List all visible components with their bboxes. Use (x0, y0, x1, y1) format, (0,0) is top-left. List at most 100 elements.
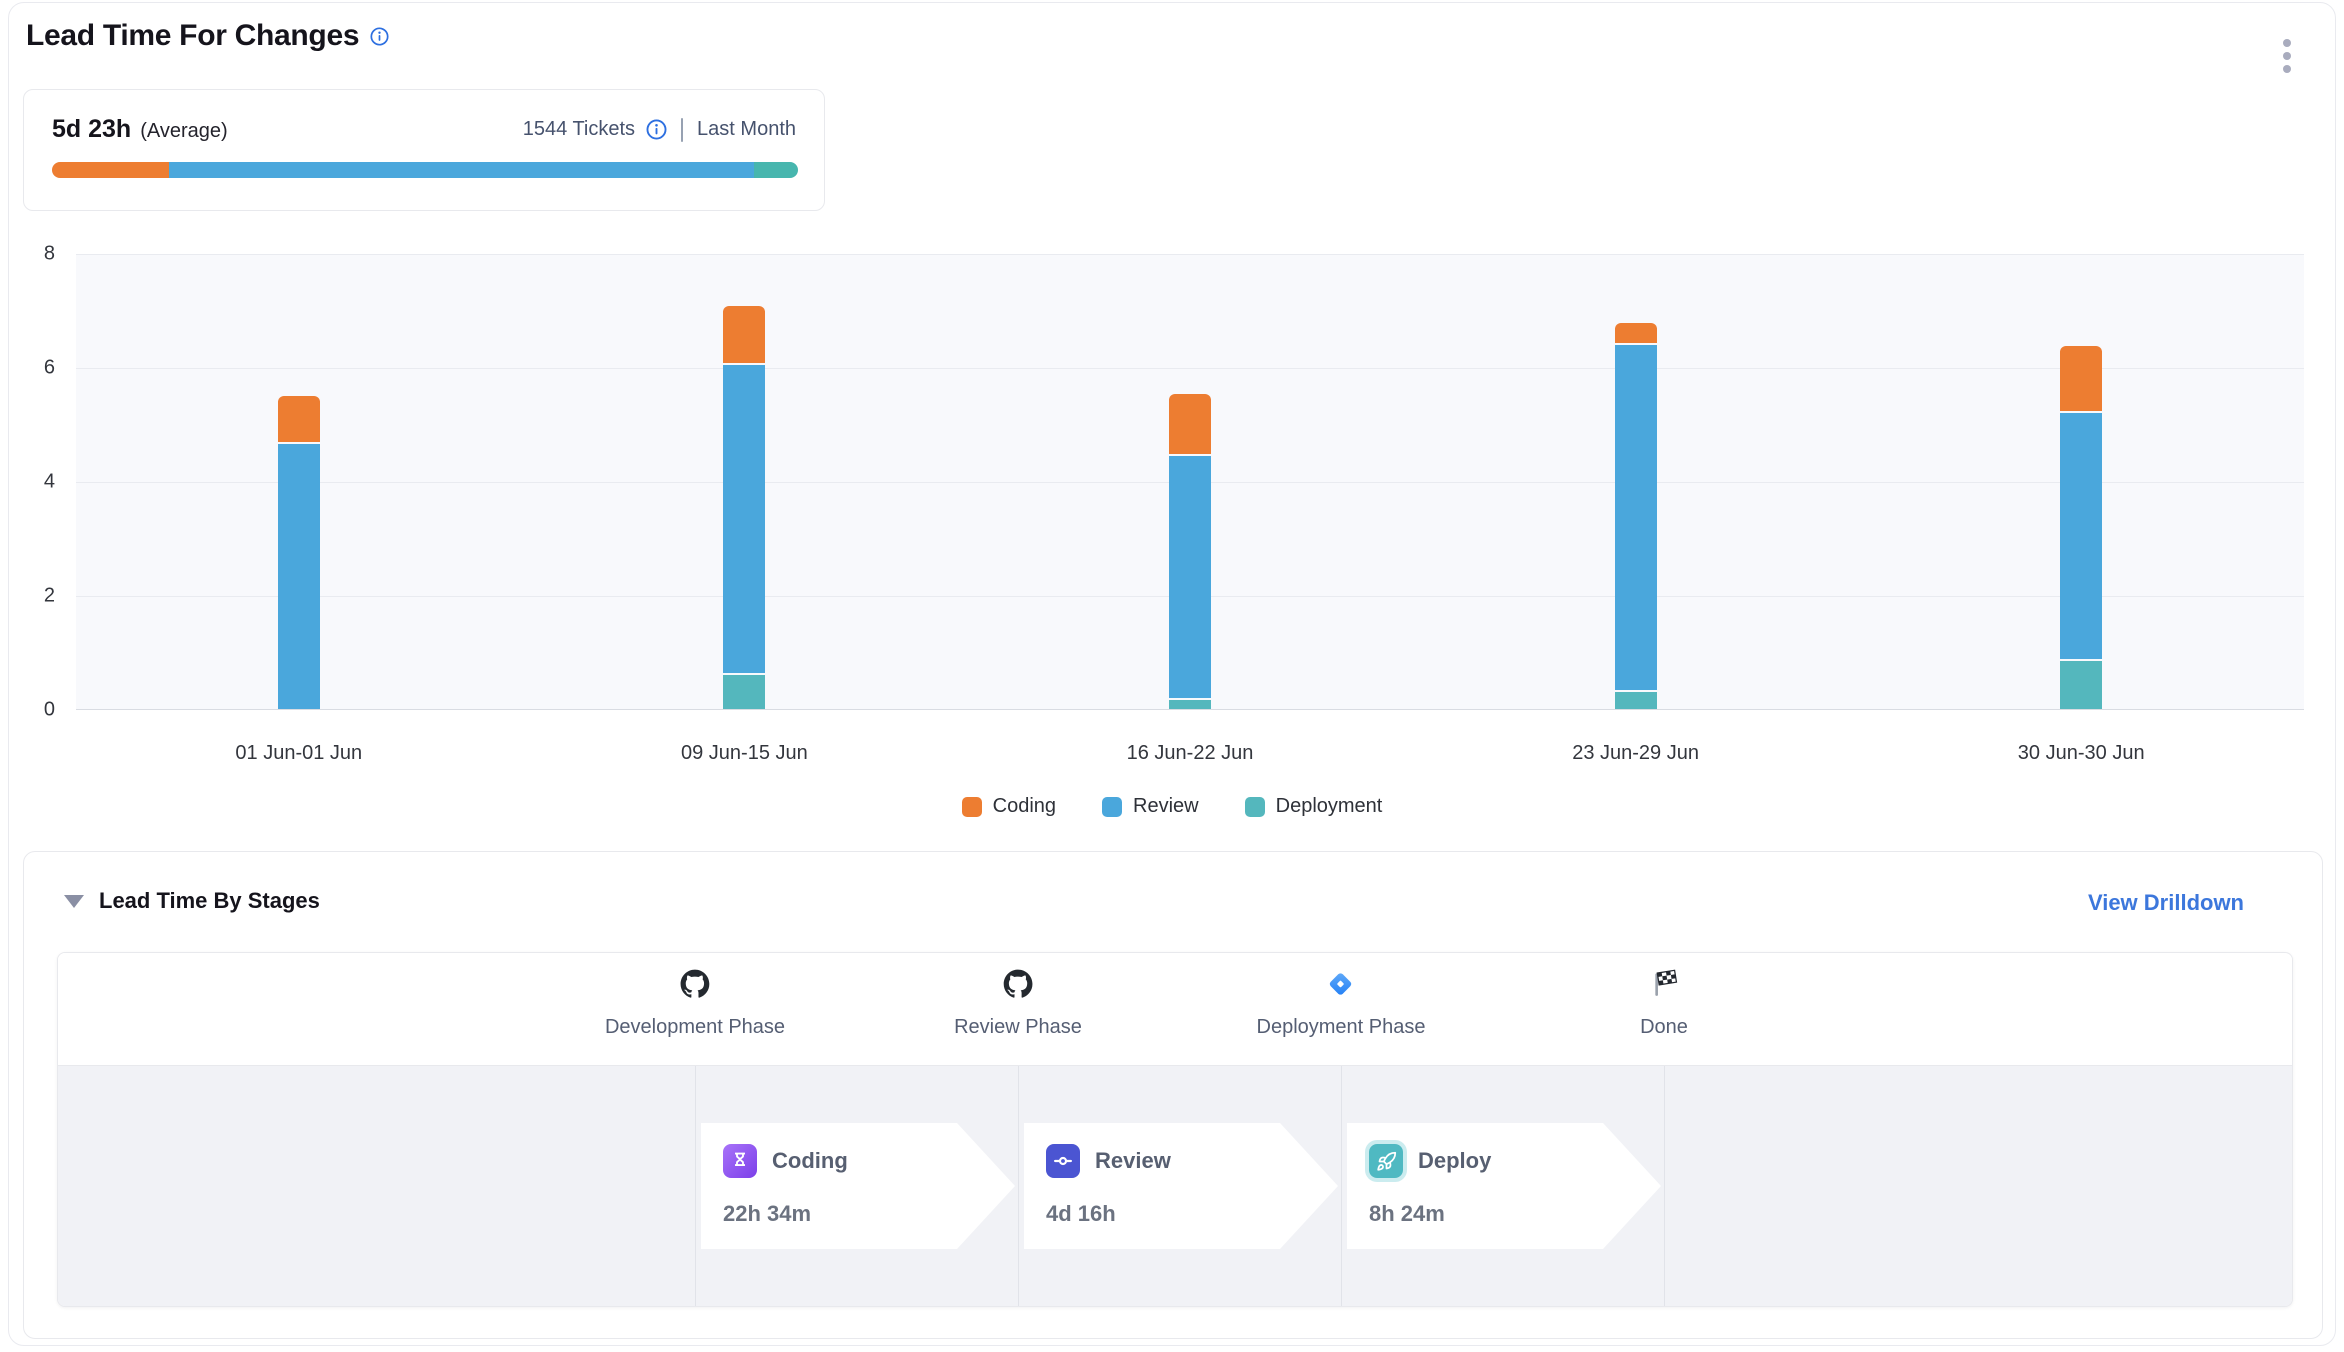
bar-segment-coding[interactable] (2060, 346, 2102, 412)
gridline (76, 709, 2304, 710)
bar-segment-coding[interactable] (723, 306, 765, 363)
bar-segment-deployment[interactable] (723, 675, 765, 709)
bar-segment-coding[interactable] (1169, 394, 1211, 454)
stage-card-review[interactable]: Review 4d 16h (1024, 1123, 1338, 1249)
phase-label: Done (1640, 1016, 1688, 1039)
tickets-info-icon[interactable] (646, 119, 667, 140)
github-icon (680, 969, 710, 1004)
progress-segment-review (169, 162, 754, 178)
stage-cards-area: Coding 22h 34m Review 4d 16h Deploy 8h 24m (58, 1066, 2292, 1307)
legend-label: Coding (993, 795, 1056, 818)
column-divider (1664, 1066, 1665, 1307)
bar-segment-deployment[interactable] (2060, 661, 2102, 709)
bar-segment-review[interactable] (278, 444, 320, 709)
stages-panel: Lead Time By Stages View Drilldown Devel… (23, 851, 2323, 1339)
y-tick-label: 6 (44, 357, 55, 380)
phase-development-phase: Development Phase (605, 969, 785, 1039)
x-axis-labels: 01 Jun-01 Jun 09 Jun-15 Jun 16 Jun-22 Jun 2… (76, 742, 2304, 772)
average-value-group: 5d 23h (Average) (52, 115, 228, 144)
info-icon[interactable] (370, 27, 389, 46)
x-axis-label: 01 Jun-01 Jun (235, 742, 362, 765)
stages-panel-header: Lead Time By Stages (64, 888, 320, 914)
lead-time-widget: Lead Time For Changes 5d 23h (Average) 15… (8, 2, 2336, 1346)
x-axis-label: 16 Jun-22 Jun (1127, 742, 1254, 765)
phase-done: Done (1640, 969, 1688, 1039)
stage-card-row: Coding (723, 1144, 1015, 1178)
bar-segment-deployment[interactable] (1169, 700, 1211, 709)
legend-item-deployment[interactable]: Deployment (1245, 795, 1383, 818)
stage-duration: 8h 24m (1369, 1201, 1661, 1227)
stage-label: Coding (772, 1148, 848, 1174)
y-tick-label: 4 (44, 471, 55, 494)
bar-segment-review[interactable] (1615, 345, 1657, 690)
column-divider (1018, 1066, 1019, 1307)
legend-swatch-review (1102, 797, 1122, 817)
column-divider (695, 1066, 696, 1307)
stage-card-deploy[interactable]: Deploy 8h 24m (1347, 1123, 1661, 1249)
stage-duration: 22h 34m (723, 1201, 1015, 1227)
stage-card-coding[interactable]: Coding 22h 34m (701, 1123, 1015, 1249)
stage-duration: 4d 16h (1046, 1201, 1338, 1227)
y-tick-label: 8 (44, 243, 55, 266)
github-icon (1003, 969, 1033, 1004)
average-value: 5d 23h (52, 115, 131, 143)
separator (681, 118, 683, 142)
bar-segment-coding[interactable] (1615, 323, 1657, 343)
chart-plot-area (76, 254, 2304, 710)
x-axis-label: 09 Jun-15 Jun (681, 742, 808, 765)
stages-table: Development Phase Review Phase Deployment … (57, 952, 2293, 1307)
stages-panel-title: Lead Time By Stages (99, 888, 320, 914)
rocket-icon (1369, 1144, 1403, 1178)
tickets-count: 1544 Tickets (523, 118, 635, 141)
bar-2[interactable] (723, 306, 765, 709)
y-axis-ticks: 02468 (9, 254, 63, 710)
summary-progress-bar (52, 162, 798, 178)
commit-icon (1046, 1144, 1080, 1178)
summary-card: 5d 23h (Average) 1544 Tickets Last Month (23, 89, 825, 211)
y-tick-label: 0 (44, 699, 55, 722)
hourglass-icon (723, 1144, 757, 1178)
kebab-menu-icon[interactable] (2279, 35, 2295, 77)
gridline (76, 368, 2304, 369)
phase-label: Development Phase (605, 1016, 785, 1039)
bar-segment-review[interactable] (2060, 413, 2102, 658)
gridline (76, 254, 2304, 255)
period-label: Last Month (697, 118, 796, 141)
chart-legend: Coding Review Deployment (9, 795, 2335, 818)
legend-label: Review (1133, 795, 1199, 818)
phase-header-row: Development Phase Review Phase Deployment … (58, 953, 2292, 1066)
stage-label: Review (1095, 1148, 1171, 1174)
bar-segment-coding[interactable] (278, 396, 320, 442)
x-axis-label: 30 Jun-30 Jun (2018, 742, 2145, 765)
bar-segment-review[interactable] (1169, 456, 1211, 698)
legend-swatch-deployment (1245, 797, 1265, 817)
collapse-triangle-icon[interactable] (64, 895, 84, 908)
bar-1[interactable] (278, 396, 320, 709)
stage-card-row: Deploy (1369, 1144, 1661, 1178)
legend-item-coding[interactable]: Coding (962, 795, 1056, 818)
bar-5[interactable] (2060, 346, 2102, 709)
phase-deployment-phase: Deployment Phase (1257, 969, 1426, 1039)
y-tick-label: 2 (44, 585, 55, 608)
phase-label: Review Phase (954, 1016, 1082, 1039)
stage-label: Deploy (1418, 1148, 1491, 1174)
legend-swatch-coding (962, 797, 982, 817)
bar-segment-review[interactable] (723, 365, 765, 673)
checkered-flag-icon (1649, 969, 1679, 1004)
phase-review-phase: Review Phase (954, 969, 1082, 1039)
legend-item-review[interactable]: Review (1102, 795, 1199, 818)
column-divider (1341, 1066, 1342, 1307)
summary-meta: 1544 Tickets Last Month (523, 118, 796, 142)
view-drilldown-link[interactable]: View Drilldown (2088, 890, 2244, 916)
legend-label: Deployment (1276, 795, 1383, 818)
bar-3[interactable] (1169, 394, 1211, 709)
phase-label: Deployment Phase (1257, 1016, 1426, 1039)
x-axis-label: 23 Jun-29 Jun (1572, 742, 1699, 765)
bar-4[interactable] (1615, 323, 1657, 709)
bar-segment-deployment[interactable] (1615, 692, 1657, 709)
widget-header: Lead Time For Changes (26, 19, 389, 53)
progress-segment-coding (52, 162, 169, 178)
jira-icon (1326, 969, 1356, 1004)
progress-segment-deployment (754, 162, 798, 178)
average-label: (Average) (140, 120, 227, 142)
